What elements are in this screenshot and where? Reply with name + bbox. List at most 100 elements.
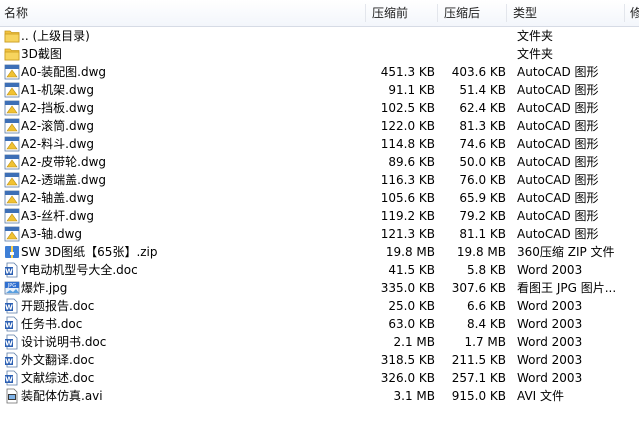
file-type: AutoCAD 图形 <box>517 173 599 187</box>
column-divider[interactable] <box>624 4 625 22</box>
file-type: Word 2003 <box>517 317 583 331</box>
file-type: AVI 文件 <box>517 389 565 403</box>
file-row[interactable]: W 文献综述.doc 326.0 KB 257.1 KB Word 2003 <box>0 369 639 387</box>
file-original-size: 74.6 KB <box>459 137 506 151</box>
file-name: A2-皮带轮.dwg <box>21 155 107 169</box>
file-name: 设计说明书.doc <box>21 335 107 349</box>
file-type: AutoCAD 图形 <box>517 209 599 223</box>
column-header: 名称 压缩前 压缩后 类型 修 <box>0 0 639 27</box>
file-row[interactable]: W 设计说明书.doc 2.1 MB 1.7 MB Word 2003 <box>0 333 639 351</box>
file-row[interactable]: JPG 爆炸.jpg 335.0 KB 307.6 KB 看图王 JPG 图片... <box>0 279 639 297</box>
doc-icon: W <box>4 370 20 386</box>
file-type: 文件夹 <box>517 47 554 61</box>
file-compressed-size: 451.3 KB <box>380 65 435 79</box>
file-compressed-size: 122.0 KB <box>380 119 435 133</box>
dwg-icon <box>4 172 20 188</box>
svg-text:W: W <box>5 322 13 330</box>
file-original-size: 6.6 KB <box>467 299 506 313</box>
file-compressed-size: 89.6 KB <box>388 155 435 169</box>
file-compressed-size: 2.1 MB <box>393 335 435 349</box>
file-original-size: 5.8 KB <box>467 263 506 277</box>
file-compressed-size: 105.6 KB <box>380 191 435 205</box>
file-compressed-size: 116.3 KB <box>380 173 435 187</box>
file-name: A2-透端盖.dwg <box>21 173 107 187</box>
file-original-size: 403.6 KB <box>451 65 506 79</box>
folder-up-icon <box>4 28 20 44</box>
file-name: A2-料斗.dwg <box>21 137 95 151</box>
file-type: 360压缩 ZIP 文件 <box>517 245 615 259</box>
svg-text:W: W <box>5 304 13 312</box>
file-row[interactable]: A1-机架.dwg 91.1 KB 51.4 KB AutoCAD 图形 <box>0 81 639 99</box>
file-type: AutoCAD 图形 <box>517 227 599 241</box>
file-name: 爆炸.jpg <box>21 281 68 295</box>
file-original-size: 19.8 MB <box>456 245 506 259</box>
doc-icon: W <box>4 262 20 278</box>
column-header-name[interactable]: 名称 <box>4 0 304 26</box>
file-compressed-size: 114.8 KB <box>380 137 435 151</box>
doc-icon: W <box>4 334 20 350</box>
file-row[interactable]: 3D截图 文件夹 <box>0 45 639 63</box>
file-row[interactable]: A2-轴盖.dwg 105.6 KB 65.9 KB AutoCAD 图形 <box>0 189 639 207</box>
file-type: Word 2003 <box>517 371 583 385</box>
file-compressed-size: 326.0 KB <box>380 371 435 385</box>
file-row[interactable]: .. (上级目录) 文件夹 <box>0 27 639 45</box>
column-header-type[interactable]: 类型 <box>513 0 613 26</box>
file-type: AutoCAD 图形 <box>517 83 599 97</box>
column-divider[interactable] <box>365 4 366 22</box>
file-row[interactable]: A2-料斗.dwg 114.8 KB 74.6 KB AutoCAD 图形 <box>0 135 639 153</box>
file-compressed-size: 19.8 MB <box>385 245 435 259</box>
file-original-size: 79.2 KB <box>459 209 506 223</box>
doc-icon: W <box>4 316 20 332</box>
file-row[interactable]: A2-皮带轮.dwg 89.6 KB 50.0 KB AutoCAD 图形 <box>0 153 639 171</box>
file-row[interactable]: A2-滚筒.dwg 122.0 KB 81.3 KB AutoCAD 图形 <box>0 117 639 135</box>
file-row[interactable]: 装配体仿真.avi 3.1 MB 915.0 KB AVI 文件 <box>0 387 639 405</box>
file-name: 装配体仿真.avi <box>21 389 103 403</box>
file-row[interactable]: W Y电动机型号大全.doc 41.5 KB 5.8 KB Word 2003 <box>0 261 639 279</box>
jpg-icon: JPG <box>4 280 20 296</box>
file-type: AutoCAD 图形 <box>517 155 599 169</box>
file-row[interactable]: W 开题报告.doc 25.0 KB 6.6 KB Word 2003 <box>0 297 639 315</box>
dwg-icon <box>4 82 20 98</box>
file-name: 任务书.doc <box>21 317 83 331</box>
file-original-size: 1.7 MB <box>464 335 506 349</box>
dwg-icon <box>4 154 20 170</box>
doc-icon: W <box>4 298 20 314</box>
file-compressed-size: 335.0 KB <box>380 281 435 295</box>
file-original-size: 81.1 KB <box>459 227 506 241</box>
file-type: AutoCAD 图形 <box>517 101 599 115</box>
file-type: 文件夹 <box>517 29 554 43</box>
file-row[interactable]: W 任务书.doc 63.0 KB 8.4 KB Word 2003 <box>0 315 639 333</box>
file-original-size: 65.9 KB <box>459 191 506 205</box>
file-name: 文献综述.doc <box>21 371 95 385</box>
file-row[interactable]: A0-装配图.dwg 451.3 KB 403.6 KB AutoCAD 图形 <box>0 63 639 81</box>
column-divider[interactable] <box>437 4 438 22</box>
zip-icon <box>4 244 20 260</box>
column-divider[interactable] <box>506 4 507 22</box>
file-compressed-size: 3.1 MB <box>393 389 435 403</box>
svg-text:W: W <box>5 358 13 366</box>
file-row[interactable]: A2-挡板.dwg 102.5 KB 62.4 KB AutoCAD 图形 <box>0 99 639 117</box>
file-original-size: 76.0 KB <box>459 173 506 187</box>
file-row[interactable]: A3-轴.dwg 121.3 KB 81.1 KB AutoCAD 图形 <box>0 225 639 243</box>
file-name: A3-丝杆.dwg <box>21 209 95 223</box>
file-row[interactable]: A2-透端盖.dwg 116.3 KB 76.0 KB AutoCAD 图形 <box>0 171 639 189</box>
folder-icon <box>4 46 20 62</box>
file-row[interactable]: W 外文翻译.doc 318.5 KB 211.5 KB Word 2003 <box>0 351 639 369</box>
file-type: 看图王 JPG 图片... <box>517 281 617 295</box>
file-compressed-size: 25.0 KB <box>388 299 435 313</box>
file-compressed-size: 41.5 KB <box>388 263 435 277</box>
file-name: 3D截图 <box>21 47 62 61</box>
file-name: .. (上级目录) <box>21 29 90 43</box>
file-original-size: 51.4 KB <box>459 83 506 97</box>
column-header-compressed[interactable]: 压缩前 <box>372 0 432 26</box>
file-row[interactable]: A3-丝杆.dwg 119.2 KB 79.2 KB AutoCAD 图形 <box>0 207 639 225</box>
column-header-modified[interactable]: 修 <box>630 0 639 26</box>
file-name: SW 3D图纸【65张】.zip <box>21 245 158 259</box>
svg-text:W: W <box>5 376 13 384</box>
dwg-icon <box>4 100 20 116</box>
file-original-size: 257.1 KB <box>451 371 506 385</box>
file-type: AutoCAD 图形 <box>517 65 599 79</box>
column-header-original[interactable]: 压缩后 <box>444 0 504 26</box>
file-type: AutoCAD 图形 <box>517 119 599 133</box>
file-row[interactable]: SW 3D图纸【65张】.zip 19.8 MB 19.8 MB 360压缩 ZIP … <box>0 243 639 261</box>
